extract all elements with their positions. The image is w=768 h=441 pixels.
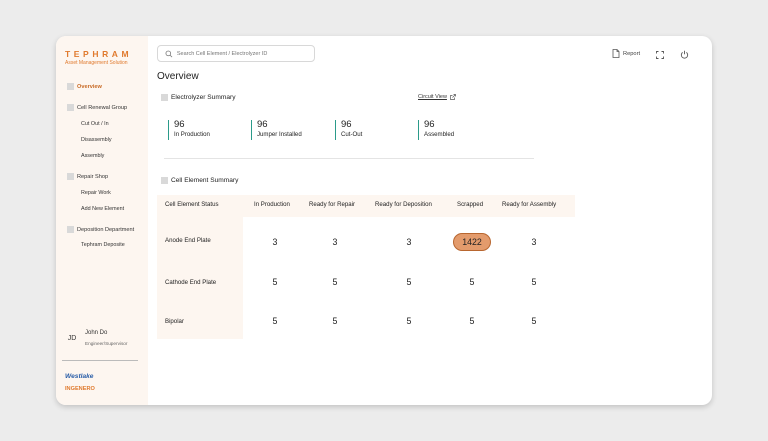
stat-label: In Production — [174, 131, 210, 138]
sidebar-item-assembly[interactable]: Assembly — [81, 153, 104, 159]
sidebar-item-cell-renewal-group[interactable]: Cell Renewal Group — [67, 104, 127, 111]
table-cell[interactable]: 5 — [532, 316, 537, 326]
app-window: TEPHRAM Asset Management Solution Overvi… — [56, 36, 712, 405]
table-cell[interactable]: 5 — [532, 277, 537, 287]
cell-element-summary-header: Cell Element Summary — [161, 177, 238, 184]
external-link-icon — [450, 94, 456, 100]
column-header: Cell Element Status — [165, 201, 219, 208]
westlake-logo: Westlake — [65, 373, 94, 380]
stat-label: Jumper Installed — [257, 131, 302, 138]
sidebar-item-label: Overview — [77, 83, 102, 90]
table-cell: 1422 — [462, 237, 482, 247]
stat-cut-out: 96 Cut-Out — [335, 120, 362, 140]
sidebar: TEPHRAM Asset Management Solution Overvi… — [56, 36, 148, 405]
column-header: Scrapped — [457, 201, 484, 208]
stat-value: 96 — [174, 119, 185, 130]
square-icon — [67, 226, 74, 233]
table-cell[interactable]: 3 — [273, 237, 278, 247]
search-icon — [165, 50, 173, 57]
square-icon — [161, 177, 168, 184]
brand-name: TEPHRAM — [65, 49, 133, 59]
column-header: Ready for Deposition — [375, 201, 432, 208]
sidebar-item-label: Repair Shop — [77, 173, 109, 180]
row-label: Anode End Plate — [165, 237, 211, 244]
circuit-view-link[interactable]: Circuit View — [418, 94, 456, 100]
stat-label: Assembled — [424, 131, 455, 138]
stat-label: Cut-Out — [341, 131, 363, 138]
sidebar-item-repair-shop[interactable]: Repair Shop — [67, 173, 108, 180]
column-header: Ready for Repair — [309, 201, 356, 208]
sidebar-item-disassembly[interactable]: Disassembly — [81, 137, 112, 143]
table-cell[interactable]: 5 — [407, 316, 412, 326]
document-icon — [612, 49, 620, 58]
user-name: John Do — [85, 330, 108, 336]
search-input[interactable] — [176, 50, 314, 57]
square-icon — [67, 104, 74, 111]
sidebar-item-repair-work[interactable]: Repair Work — [81, 190, 111, 196]
brand-subtitle: Asset Management Solution — [65, 60, 128, 66]
table-cell[interactable]: 5 — [470, 316, 475, 326]
stat-value: 96 — [424, 119, 435, 130]
section-title: Electrolyzer Summary — [171, 94, 236, 101]
user-role: Engineer/Supervisor — [85, 341, 128, 346]
power-icon[interactable] — [680, 50, 689, 59]
table-cell[interactable]: 5 — [470, 277, 475, 287]
sidebar-item-tephram-deposite[interactable]: Tephram Deposite — [81, 242, 125, 248]
scrapped-highlight-badge[interactable]: 1422 — [453, 233, 491, 251]
brand-logo[interactable]: TEPHRAM Asset Management Solution — [65, 49, 132, 66]
stat-value: 96 — [257, 119, 268, 130]
table-cell[interactable]: 5 — [333, 277, 338, 287]
sidebar-item-add-new-element[interactable]: Add New Element — [81, 206, 124, 212]
sidebar-item-label: Cell Renewal Group — [77, 104, 128, 111]
report-label: Report — [623, 50, 641, 57]
table-cell[interactable]: 5 — [407, 277, 412, 287]
divider — [164, 158, 534, 159]
page-title: Overview — [157, 71, 199, 82]
electrolyzer-summary-header: Electrolyzer Summary — [161, 94, 236, 101]
sidebar-item-cut-out-in[interactable]: Cut Out / In — [81, 121, 109, 127]
square-icon — [67, 83, 74, 90]
fullscreen-icon[interactable] — [656, 51, 664, 59]
stat-value: 96 — [341, 119, 352, 130]
report-button[interactable]: Report — [612, 49, 640, 58]
column-header: Ready for Assembly — [502, 201, 557, 208]
table-cell[interactable]: 5 — [273, 277, 278, 287]
table-cell[interactable]: 3 — [407, 237, 412, 247]
stat-jumper-installed: 96 Jumper Installed — [251, 120, 302, 140]
sidebar-item-overview[interactable]: Overview — [67, 83, 102, 90]
column-header: In Production — [254, 201, 290, 208]
stat-in-production: 96 In Production — [168, 120, 210, 140]
table-cell[interactable]: 3 — [333, 237, 338, 247]
square-icon — [161, 94, 168, 101]
row-label: Cathode End Plate — [165, 279, 217, 286]
stat-assembled: 96 Assembled — [418, 120, 454, 140]
table-cell[interactable]: 5 — [333, 316, 338, 326]
sidebar-item-label: Deposition Department — [77, 226, 135, 233]
ingenero-logo: INGENERO — [65, 386, 95, 392]
sidebar-item-deposition-department[interactable]: Deposition Department — [67, 226, 134, 233]
section-title: Cell Element Summary — [171, 177, 239, 184]
search-bar[interactable] — [157, 45, 315, 62]
square-icon — [67, 173, 74, 180]
table-cell[interactable]: 3 — [532, 237, 537, 247]
row-label: Bipolar — [165, 318, 184, 325]
avatar: JD — [67, 334, 77, 342]
divider — [62, 360, 138, 361]
circuit-view-label: Circuit View — [418, 94, 447, 100]
table-cell[interactable]: 5 — [273, 316, 278, 326]
